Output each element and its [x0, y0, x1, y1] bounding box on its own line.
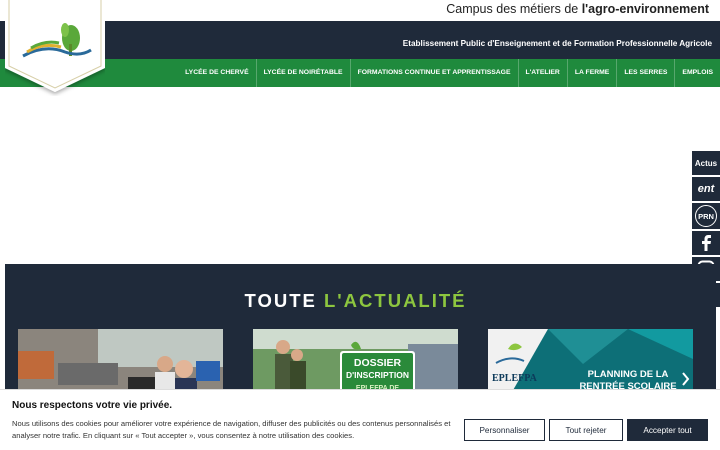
main-nav: LYCÉE DE CHERVÉ LYCÉE DE NOIRÉTABLE FORM… — [178, 59, 720, 87]
reject-all-button[interactable]: Tout rejeter — [549, 419, 623, 441]
cookie-text: Nous utilisons des cookies pour améliore… — [12, 419, 451, 440]
nav-item-atelier[interactable]: L'ATELIER — [517, 59, 567, 87]
news-card-2-caption-2: D'INSCRIPTION — [346, 370, 409, 380]
tagline-prefix: Campus des métiers de — [446, 2, 582, 16]
accept-all-button[interactable]: Accepter tout — [627, 419, 708, 441]
news-card-3-logo: EPLEFPA — [492, 373, 537, 384]
news-title-plain: TOUTE — [244, 290, 324, 311]
tagline-bold: l'agro-environnement — [581, 2, 709, 16]
actus-button[interactable]: Actus — [692, 151, 720, 175]
customize-cookies-button[interactable]: Personnaliser — [464, 419, 545, 441]
cookie-title: Nous respectons votre vie privée. — [12, 400, 173, 411]
nav-item-lycee-cherve[interactable]: LYCÉE DE CHERVÉ — [178, 59, 255, 87]
nav-item-lycee-noiretable[interactable]: LYCÉE DE NOIRÉTABLE — [255, 59, 350, 87]
facebook-icon — [702, 235, 711, 251]
site-logo[interactable] — [5, 0, 105, 96]
news-title: TOUTE L'ACTUALITÉ — [0, 290, 711, 312]
nav-item-formations[interactable]: FORMATIONS CONTINUE ET APPRENTISSAGE — [349, 59, 518, 87]
news-card-3-caption-1: PLANNING DE LA — [587, 369, 669, 380]
news-title-accent: L'ACTUALITÉ — [323, 290, 467, 311]
nav-item-ferme[interactable]: LA FERME — [566, 59, 617, 87]
site-tagline: Campus des métiers de l'agro-environneme… — [446, 2, 709, 16]
prn-button[interactable]: PRN — [692, 203, 720, 229]
site-subtitle: Etablissement Public d'Enseignement et d… — [402, 39, 712, 48]
news-card-2-caption-1: DOSSIER — [353, 357, 402, 369]
nav-item-serres[interactable]: LES SERRES — [616, 59, 674, 87]
nav-item-emplois[interactable]: EMPLOIS — [674, 59, 720, 87]
facebook-button[interactable] — [692, 231, 720, 255]
prn-icon: PRN — [695, 205, 717, 227]
ent-button[interactable]: ent — [692, 177, 720, 201]
